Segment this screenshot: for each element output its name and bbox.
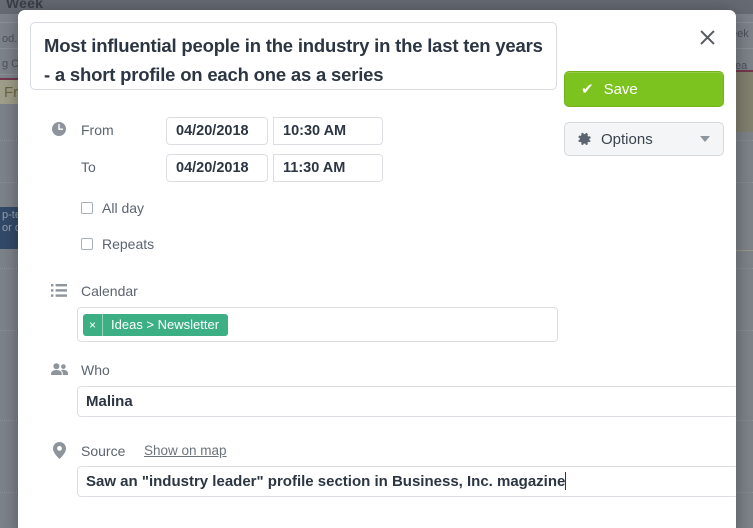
from-label: From bbox=[81, 122, 114, 138]
check-icon: ✔ bbox=[581, 80, 594, 98]
text-cursor bbox=[565, 472, 567, 490]
people-icon bbox=[49, 360, 69, 378]
from-time-input[interactable] bbox=[273, 117, 383, 145]
to-label: To bbox=[81, 159, 96, 175]
show-on-map-link[interactable]: Show on map bbox=[144, 443, 227, 458]
event-title-input[interactable] bbox=[30, 22, 557, 90]
repeats-label[interactable]: Repeats bbox=[102, 236, 154, 252]
repeats-checkbox[interactable] bbox=[81, 238, 93, 250]
map-pin-icon bbox=[49, 441, 69, 459]
calendar-token-label: Ideas > Newsletter bbox=[111, 317, 220, 332]
repeats-row[interactable]: Repeats bbox=[81, 236, 154, 252]
from-date-input[interactable] bbox=[166, 117, 268, 145]
to-date-input[interactable] bbox=[166, 154, 268, 182]
save-button[interactable]: ✔ Save bbox=[564, 71, 724, 107]
close-icon[interactable] bbox=[694, 24, 720, 50]
who-label: Who bbox=[81, 362, 110, 378]
chevron-down-icon bbox=[700, 136, 710, 142]
screen: Week od. g C eek ea Fr p-teor o ✔ bbox=[0, 0, 753, 528]
calendar-token-field[interactable]: × Ideas > Newsletter bbox=[77, 307, 558, 342]
list-icon bbox=[49, 281, 69, 299]
all-day-checkbox[interactable] bbox=[81, 202, 93, 214]
event-editor-dialog: ✔ Save Options From To bbox=[18, 10, 736, 528]
options-button-label: Options bbox=[601, 130, 653, 148]
all-day-label[interactable]: All day bbox=[102, 200, 144, 216]
gear-icon bbox=[577, 132, 592, 147]
source-input[interactable] bbox=[77, 466, 736, 497]
options-button[interactable]: Options bbox=[564, 122, 724, 156]
calendar-label: Calendar bbox=[81, 283, 138, 299]
calendar-token[interactable]: × Ideas > Newsletter bbox=[83, 313, 229, 336]
remove-token-icon[interactable]: × bbox=[83, 313, 104, 336]
who-input[interactable] bbox=[77, 386, 736, 417]
save-button-label: Save bbox=[603, 80, 638, 98]
to-time-input[interactable] bbox=[273, 154, 383, 182]
all-day-row[interactable]: All day bbox=[81, 200, 144, 216]
source-label: Source bbox=[81, 443, 126, 459]
clock-icon bbox=[49, 119, 69, 139]
